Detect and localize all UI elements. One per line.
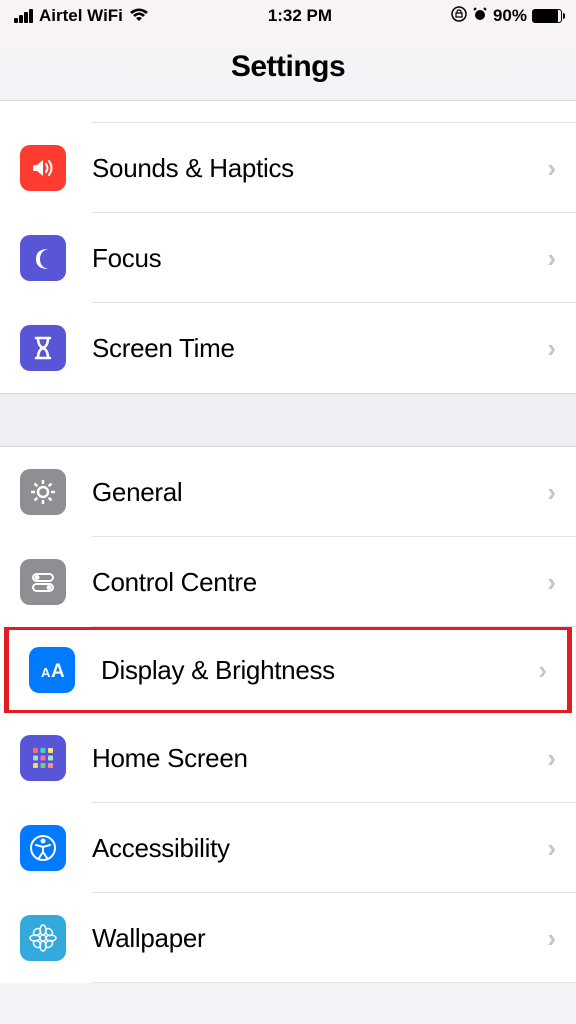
moon-icon [20, 235, 66, 281]
row-label: Accessibility [92, 833, 547, 864]
page-header: Settings [0, 32, 576, 101]
alarm-icon [472, 6, 488, 27]
chevron-right-icon: › [547, 833, 556, 864]
chevron-right-icon: › [547, 567, 556, 598]
chevron-right-icon: › [547, 923, 556, 954]
chevron-right-icon: › [547, 477, 556, 508]
hourglass-icon [20, 325, 66, 371]
section-separator [0, 393, 576, 447]
settings-row-screen-time[interactable]: Screen Time › [0, 303, 576, 393]
battery-icon [532, 9, 562, 23]
highlight-annotation: AA Display & Brightness › [4, 625, 572, 715]
partial-row-top [0, 101, 576, 123]
settings-row-general[interactable]: General › [0, 447, 576, 537]
settings-row-sounds[interactable]: Sounds & Haptics › [0, 123, 576, 213]
chevron-right-icon: › [547, 153, 556, 184]
accessibility-icon [20, 825, 66, 871]
settings-row-home-screen[interactable]: Home Screen › [0, 713, 576, 803]
status-left: Airtel WiFi [14, 6, 149, 27]
toggles-icon [20, 559, 66, 605]
status-right: 90% [451, 6, 562, 27]
carrier-label: Airtel WiFi [39, 6, 123, 26]
row-label: Wallpaper [92, 923, 547, 954]
row-label: Sounds & Haptics [92, 153, 547, 184]
svg-text:A: A [41, 665, 51, 680]
row-label: Home Screen [92, 743, 547, 774]
status-bar: Airtel WiFi 1:32 PM 90% [0, 0, 576, 32]
row-label: Focus [92, 243, 547, 274]
settings-row-wallpaper[interactable]: Wallpaper › [0, 893, 576, 983]
page-title: Settings [0, 50, 576, 84]
row-label: Display & Brightness [101, 655, 538, 686]
row-label: Control Centre [92, 567, 547, 598]
orientation-lock-icon [451, 6, 467, 27]
chevron-right-icon: › [547, 333, 556, 364]
settings-section-2: General › Control Centre › AA Display & … [0, 447, 576, 983]
settings-row-accessibility[interactable]: Accessibility › [0, 803, 576, 893]
svg-text:A: A [51, 661, 65, 682]
status-time: 1:32 PM [268, 6, 332, 26]
signal-icon [14, 9, 33, 23]
chevron-right-icon: › [538, 655, 547, 686]
chevron-right-icon: › [547, 743, 556, 774]
battery-percent: 90% [493, 6, 527, 26]
settings-row-display-brightness[interactable]: AA Display & Brightness › [9, 630, 567, 710]
chevron-right-icon: › [547, 243, 556, 274]
row-label: General [92, 477, 547, 508]
gear-icon [20, 469, 66, 515]
textsize-icon: AA [29, 647, 75, 693]
settings-section-1: Sounds & Haptics › Focus › Screen Time › [0, 101, 576, 393]
settings-row-control-centre[interactable]: Control Centre › [0, 537, 576, 627]
speaker-icon [20, 145, 66, 191]
settings-row-focus[interactable]: Focus › [0, 213, 576, 303]
wifi-icon [129, 6, 149, 27]
row-label: Screen Time [92, 333, 547, 364]
flower-icon [20, 915, 66, 961]
apps-icon [20, 735, 66, 781]
